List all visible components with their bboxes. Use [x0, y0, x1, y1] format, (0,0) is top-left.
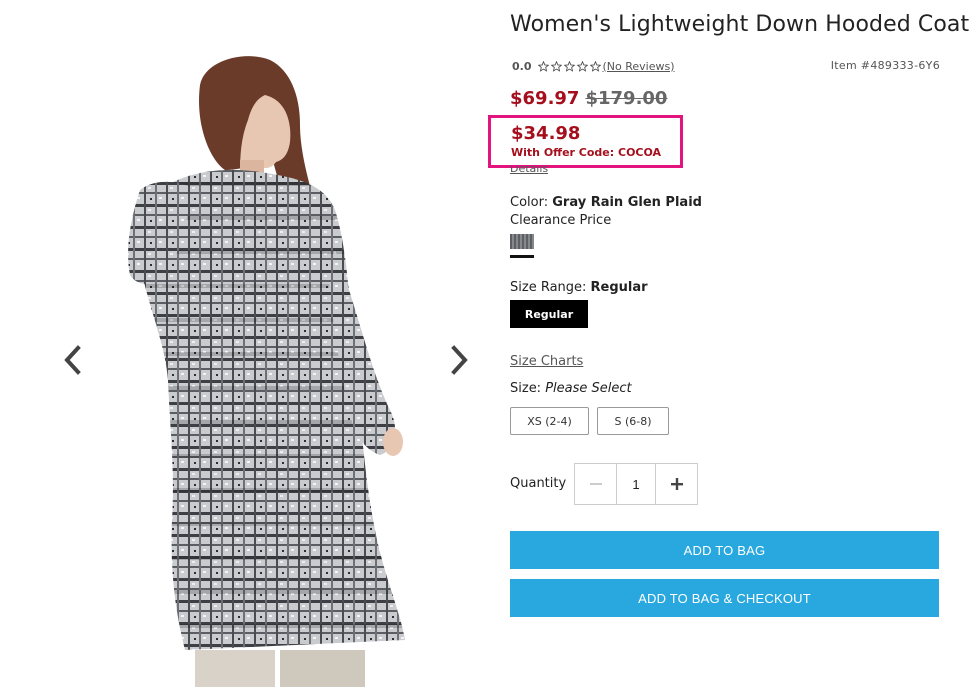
- chevron-right-icon[interactable]: [444, 340, 474, 380]
- offer-code-text: With Offer Code: COCOA: [511, 146, 662, 159]
- size-option-xs[interactable]: XS (2-4): [510, 407, 589, 435]
- quantity-label: Quantity: [510, 476, 567, 491]
- color-value: Gray Rain Glen Plaid: [552, 195, 702, 210]
- quantity-stepper: 1: [574, 463, 698, 505]
- original-price: $179.00: [585, 88, 668, 109]
- price-row: $69.97 $179.00: [510, 88, 667, 109]
- details-link[interactable]: Details: [510, 166, 548, 175]
- minus-icon[interactable]: [575, 464, 617, 504]
- rating-value: 0.0: [512, 59, 532, 73]
- color-swatch[interactable]: [510, 234, 534, 258]
- rating-stars: [537, 60, 601, 72]
- reviews-link[interactable]: (No Reviews): [603, 60, 675, 73]
- product-image: [128, 56, 405, 687]
- star-outline-icon: [563, 60, 575, 72]
- clearance-text: Clearance Price: [510, 213, 612, 228]
- size-range-regular-button[interactable]: Regular: [510, 300, 588, 328]
- star-outline-icon: [576, 60, 588, 72]
- rating-row: 0.0 (No Reviews): [512, 57, 675, 75]
- star-outline-icon: [589, 60, 601, 72]
- item-number: Item #489333-6Y6: [830, 59, 940, 72]
- swatch-image: [510, 234, 534, 249]
- size-option-s[interactable]: S (6-8): [597, 407, 669, 435]
- size-range-row: Size Range: Regular: [510, 280, 648, 295]
- product-title: Women's Lightweight Down Hooded Coat: [510, 12, 969, 37]
- color-row: Color: Gray Rain Glen Plaid: [510, 195, 702, 210]
- size-options: XS (2-4) S (6-8): [510, 407, 669, 435]
- size-range-label: Size Range:: [510, 280, 587, 295]
- chevron-left-icon[interactable]: [58, 340, 88, 380]
- size-value: Please Select: [545, 381, 632, 396]
- swatch-selected-indicator: [510, 255, 534, 258]
- offer-highlight-box: $34.98 With Offer Code: COCOA: [488, 115, 683, 168]
- add-to-bag-button[interactable]: ADD TO BAG: [510, 531, 939, 569]
- size-label: Size:: [510, 381, 542, 396]
- plus-icon[interactable]: [655, 464, 697, 504]
- product-gallery: [0, 0, 500, 687]
- size-charts-link[interactable]: Size Charts: [510, 354, 583, 369]
- color-label: Color:: [510, 195, 549, 210]
- size-row: Size: Please Select: [510, 381, 632, 396]
- star-outline-icon: [537, 60, 549, 72]
- offer-price: $34.98: [511, 123, 581, 144]
- size-range-value: Regular: [590, 280, 648, 295]
- product-info: Women's Lightweight Down Hooded Coat 0.0…: [488, 0, 969, 687]
- quantity-value[interactable]: 1: [617, 464, 655, 504]
- star-outline-icon: [550, 60, 562, 72]
- add-to-bag-checkout-button[interactable]: ADD TO BAG & CHECKOUT: [510, 579, 939, 617]
- sale-price: $69.97: [510, 88, 580, 109]
